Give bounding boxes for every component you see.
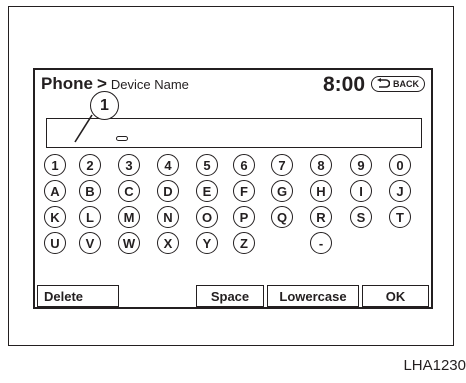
callout-1: 1	[90, 91, 119, 120]
callout-leader-line	[74, 114, 93, 143]
